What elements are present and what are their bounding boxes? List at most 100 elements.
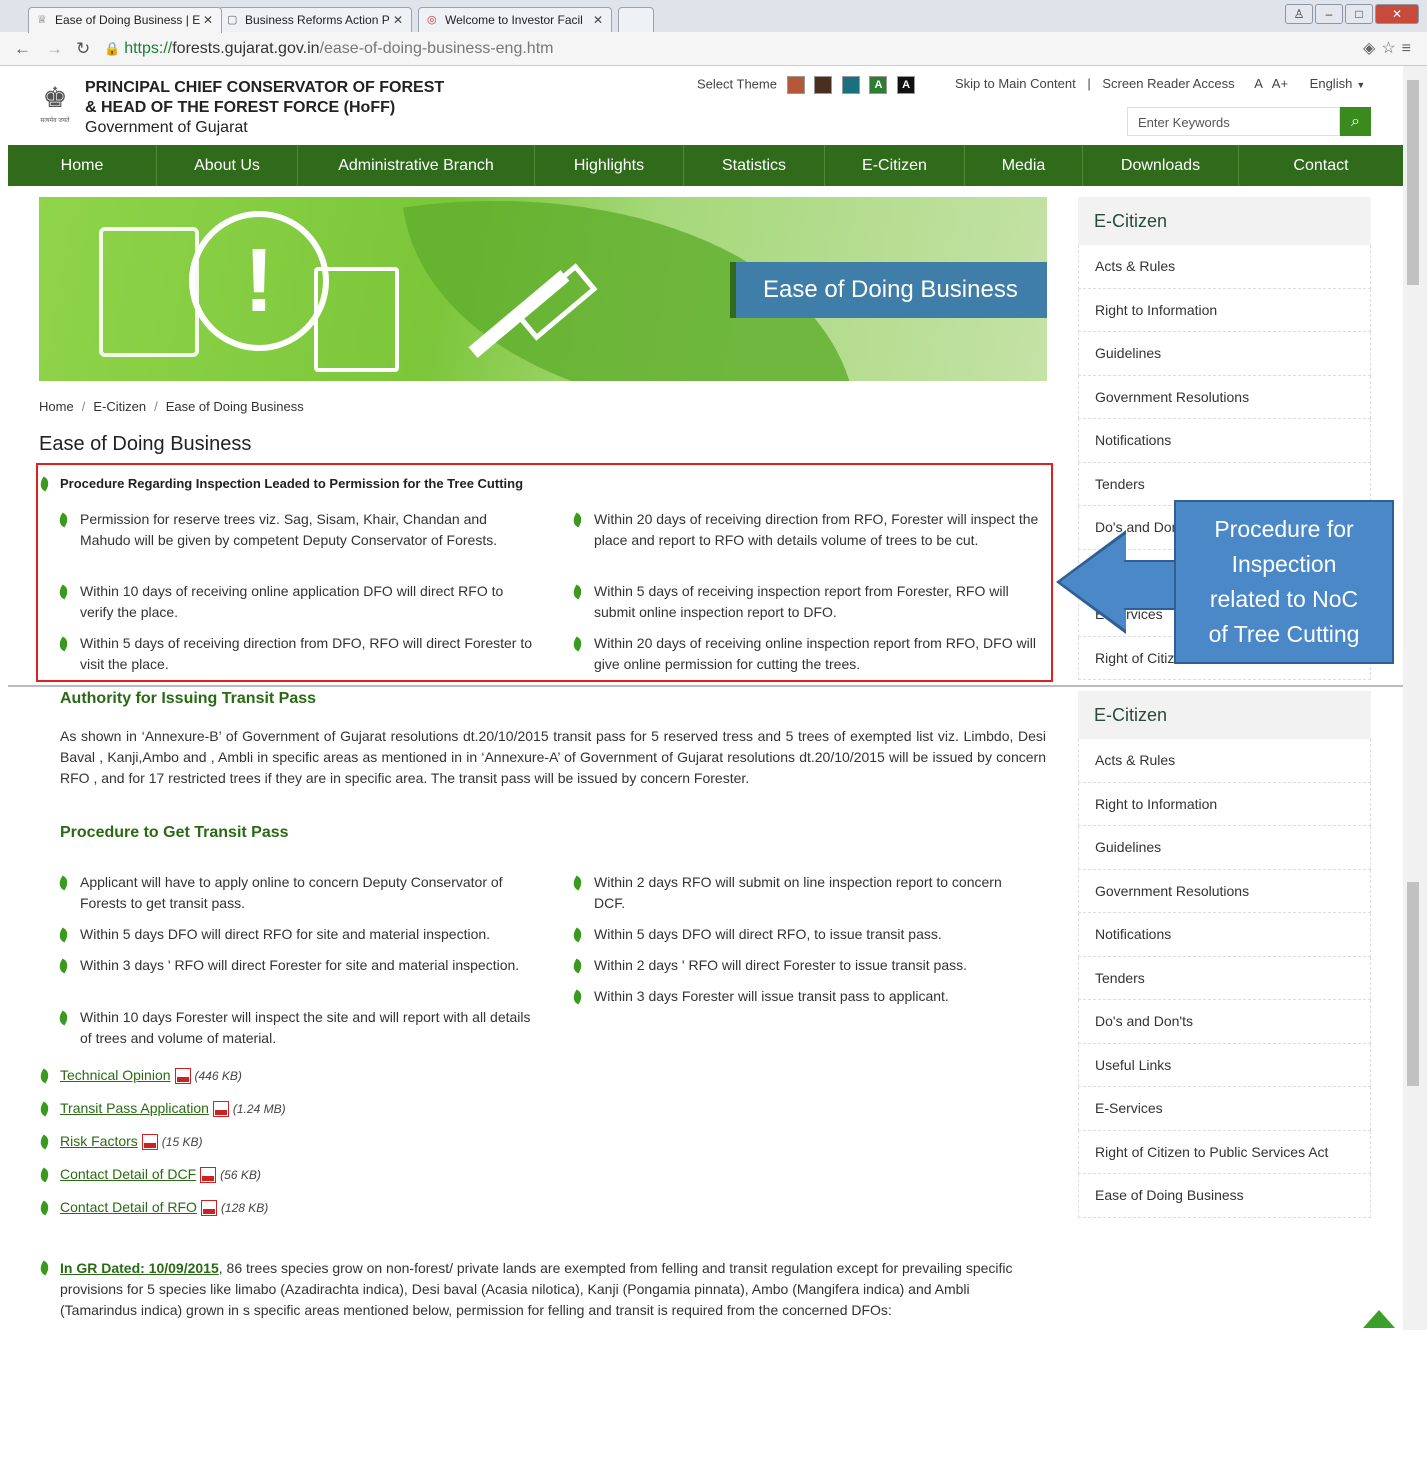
pdf-icon[interactable]	[141, 1134, 158, 1151]
menu-statistics[interactable]: Statistics	[684, 145, 825, 186]
org-line-3: Government of Gujarat	[85, 119, 248, 136]
font-normal-button[interactable]: A	[1254, 76, 1262, 91]
close-tab-icon[interactable]: ✕	[393, 8, 403, 32]
window-controls: ♙ – □ ✕	[1285, 4, 1419, 24]
list-item: Within 5 days DFO will direct RFO, to is…	[594, 924, 1044, 945]
menu-icon[interactable]: ≡	[1402, 40, 1417, 57]
close-tab-icon[interactable]: ✕	[203, 8, 213, 32]
breadcrumb-home[interactable]: Home	[39, 399, 74, 414]
tab-ease-of-doing-business[interactable]: ♕ Ease of Doing Business | E ✕	[28, 7, 222, 33]
theme-swatch-rust[interactable]	[786, 76, 805, 94]
pdf-icon[interactable]	[200, 1200, 217, 1217]
menu-about-us[interactable]: About Us	[157, 145, 298, 186]
new-tab-button[interactable]	[618, 7, 654, 33]
menu-e-citizen[interactable]: E-Citizen	[825, 145, 965, 186]
pdf-icon[interactable]	[212, 1101, 229, 1118]
emblem-motto: सत्यमेव जयते	[40, 118, 70, 124]
risk-factors-link[interactable]: Risk Factors	[60, 1133, 138, 1149]
main-menu: Home About Us Administrative Branch High…	[8, 145, 1403, 186]
file-size: (15 KB)	[161, 1135, 203, 1149]
sidebar-item-notifications[interactable]: Notifications	[1078, 419, 1371, 463]
arrow-shaft	[1124, 560, 1178, 610]
arrow-left-fill	[1060, 534, 1126, 630]
sidebar-item-citizen-act[interactable]: Right of Citizen to Public Services Act	[1078, 1130, 1371, 1174]
sidebar-item-gov-resolutions[interactable]: Government Resolutions	[1078, 869, 1371, 913]
sidebar-item-guidelines[interactable]: Guidelines	[1078, 826, 1371, 870]
url-field[interactable]: 🔒 https://forests.gujarat.gov.in/ease-of-…	[104, 37, 1334, 61]
sidebar-title: E-Citizen	[1078, 691, 1371, 739]
sidebar-item-tenders[interactable]: Tenders	[1078, 956, 1371, 1000]
menu-media[interactable]: Media	[965, 145, 1083, 186]
callout-line: related to NoC	[1209, 586, 1359, 612]
menu-highlights[interactable]: Highlights	[535, 145, 684, 186]
sidebar-item-dos-donts[interactable]: Do's and Don'ts	[1078, 1000, 1371, 1044]
menu-administrative-branch[interactable]: Administrative Branch	[298, 145, 535, 186]
list-item: Within 10 days of receiving online appli…	[80, 581, 540, 623]
screen-reader-link[interactable]: Screen Reader Access	[1102, 76, 1234, 91]
minimize-icon[interactable]: –	[1315, 4, 1343, 24]
tab-investor-facilitation[interactable]: ◎ Welcome to Investor Facil ✕	[418, 7, 612, 33]
maximize-icon[interactable]: □	[1345, 4, 1373, 24]
breadcrumb-e-citizen[interactable]: E-Citizen	[93, 399, 146, 414]
menu-home[interactable]: Home	[8, 145, 157, 186]
back-icon[interactable]: ←	[14, 39, 31, 59]
sidebar-title: E-Citizen	[1078, 197, 1371, 245]
sidebar-item-rti[interactable]: Right to Information	[1078, 782, 1371, 826]
sidebar-item-e-services[interactable]: E-Services	[1078, 1087, 1371, 1131]
menu-contact[interactable]: Contact	[1239, 145, 1403, 186]
org-name[interactable]: PRINCIPAL CHIEF CONSERVATOR OF FOREST & …	[85, 78, 444, 138]
sidebar-item-acts-rules[interactable]: Acts & Rules	[1078, 739, 1371, 783]
scroll-to-top-icon[interactable]	[1363, 1310, 1395, 1328]
list-item: Within 20 days of receiving direction fr…	[594, 509, 1044, 551]
scrollbar[interactable]	[1403, 66, 1427, 1330]
pdf-icon[interactable]	[200, 1167, 217, 1184]
sidebar-item-guidelines[interactable]: Guidelines	[1078, 332, 1371, 376]
skip-to-main-link[interactable]: Skip to Main Content	[955, 76, 1076, 91]
transit-pass-application-link[interactable]: Transit Pass Application	[60, 1100, 209, 1116]
tab-strip: ♕ Ease of Doing Business | E ✕ ▢ Busines…	[0, 4, 1427, 33]
select-theme-label: Select Theme	[697, 76, 777, 92]
shield-icon[interactable]: ◈	[1363, 40, 1381, 57]
org-line-1: PRINCIPAL CHIEF CONSERVATOR OF FOREST	[85, 79, 445, 96]
sidebar-item-gov-resolutions[interactable]: Government Resolutions	[1078, 375, 1371, 419]
technical-opinion-link[interactable]: Technical Opinion	[60, 1067, 171, 1083]
document-link: Contact Detail of DCF (56 KB)	[60, 1166, 261, 1184]
close-window-icon[interactable]: ✕	[1375, 4, 1419, 24]
sidebar-item-ease-of-doing-business[interactable]: Ease of Doing Business	[1078, 1174, 1371, 1218]
forward-icon[interactable]: →	[46, 39, 63, 59]
sidebar-item-useful-links[interactable]: Useful Links	[1078, 1043, 1371, 1087]
scrollbar-thumb[interactable]	[1407, 882, 1419, 1086]
sidebar-item-rti[interactable]: Right to Information	[1078, 288, 1371, 332]
user-icon[interactable]: ♙	[1285, 4, 1313, 24]
tab-business-reforms[interactable]: ▢ Business Reforms Action P ✕	[218, 7, 412, 33]
document-link: Transit Pass Application (1.24 MB)	[60, 1100, 286, 1118]
contact-rfo-link[interactable]: Contact Detail of RFO	[60, 1199, 197, 1215]
language-select[interactable]: English	[1310, 76, 1353, 91]
gr-link[interactable]: In GR Dated: 10/09/2015	[60, 1260, 219, 1276]
theme-swatch-green-contrast[interactable]: A	[869, 76, 888, 94]
tab-label: Ease of Doing Business | E	[55, 13, 201, 27]
theme-swatch-dark-contrast[interactable]: A	[897, 76, 916, 94]
sidebar-item-acts-rules[interactable]: Acts & Rules	[1078, 245, 1371, 289]
theme-swatch-brown[interactable]	[814, 76, 833, 94]
browser-chrome: ♕ Ease of Doing Business | E ✕ ▢ Busines…	[0, 0, 1427, 66]
tab-label: Business Reforms Action P	[245, 13, 390, 27]
menu-downloads[interactable]: Downloads	[1083, 145, 1239, 186]
theme-swatch-teal[interactable]	[841, 76, 860, 94]
breadcrumb-separator: /	[154, 399, 158, 414]
lock-icon: 🔒	[104, 41, 121, 56]
pdf-icon[interactable]	[174, 1068, 191, 1085]
contact-dcf-link[interactable]: Contact Detail of DCF	[60, 1166, 196, 1182]
search-input[interactable]: Enter Keywords	[1127, 107, 1340, 136]
transit-paragraph: As shown in ‘Annexure-B’ of Government o…	[60, 728, 1046, 786]
page-title: Ease of Doing Business	[39, 433, 252, 455]
star-icon[interactable]: ☆	[1381, 40, 1401, 57]
file-size: (1.24 MB)	[232, 1102, 286, 1116]
reload-icon[interactable]: ↻	[76, 39, 90, 59]
search-icon[interactable]: ⌕	[1340, 107, 1371, 136]
font-larger-button[interactable]: A+	[1272, 76, 1288, 91]
address-bar: ← → ↻ 🔒 https://forests.gujarat.gov.in/ea…	[0, 32, 1427, 66]
sidebar-item-notifications[interactable]: Notifications	[1078, 913, 1371, 957]
close-tab-icon[interactable]: ✕	[593, 8, 603, 32]
scrollbar-thumb-top[interactable]	[1407, 80, 1419, 285]
